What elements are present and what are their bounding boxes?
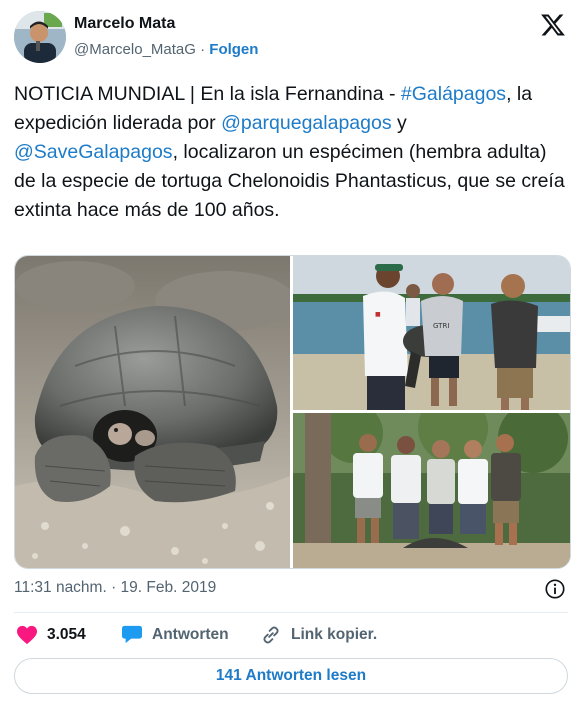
link-icon xyxy=(263,626,279,644)
tweet-timestamp[interactable]: 11:31 nachm. · 19. Feb. 2019 xyxy=(14,579,216,597)
expedition-photo-carrying[interactable]: ■ GTRI xyxy=(293,256,570,410)
author-name[interactable]: Marcelo Mata xyxy=(74,15,175,33)
media-grid: ■ GTRI xyxy=(14,255,571,569)
handle-row: @Marcelo_MataG · Folgen xyxy=(74,41,258,58)
mention-savegalapagos[interactable]: @SaveGalapagos xyxy=(14,141,173,163)
reply-bubble-icon xyxy=(122,625,142,644)
divider xyxy=(14,612,568,613)
avatar[interactable] xyxy=(14,11,66,63)
x-logo-icon[interactable] xyxy=(540,12,566,38)
tweet-text: NOTICIA MUNDIAL | En la isla Fernandina … xyxy=(14,80,570,225)
mention-parquegalapagos[interactable]: @parquegalapagos xyxy=(221,112,392,134)
hashtag-galapagos[interactable]: #Galápagos xyxy=(401,83,506,105)
read-replies-button[interactable]: 141 Antworten lesen xyxy=(14,658,568,694)
separator-dot: · xyxy=(200,41,206,58)
copy-link-button[interactable]: Link kopier. xyxy=(260,622,377,648)
cap-logo-text: GTRI xyxy=(433,322,449,330)
like-count: 3.054 xyxy=(47,626,86,643)
heart-icon xyxy=(17,625,37,645)
info-icon[interactable] xyxy=(544,578,566,600)
tweet-text-part-3: y xyxy=(391,112,407,134)
tweet-text-part-1: NOTICIA MUNDIAL | En la isla Fernandina … xyxy=(14,83,401,105)
like-button[interactable]: 3.054 xyxy=(16,622,86,648)
svg-text:■: ■ xyxy=(375,311,381,318)
reply-label: Antworten xyxy=(152,626,229,643)
tortoise-photo[interactable] xyxy=(15,256,290,568)
tweet-header: Marcelo Mata @Marcelo_MataG · Folgen xyxy=(12,10,570,66)
follow-button[interactable]: Folgen xyxy=(209,41,258,58)
author-handle[interactable]: @Marcelo_MataG xyxy=(74,41,196,58)
reply-button[interactable]: Antworten xyxy=(121,622,229,648)
expedition-photo-group[interactable] xyxy=(293,413,570,568)
action-bar: 3.054 Antworten Link kopier. xyxy=(14,622,568,648)
copy-link-label: Link kopier. xyxy=(291,626,378,643)
